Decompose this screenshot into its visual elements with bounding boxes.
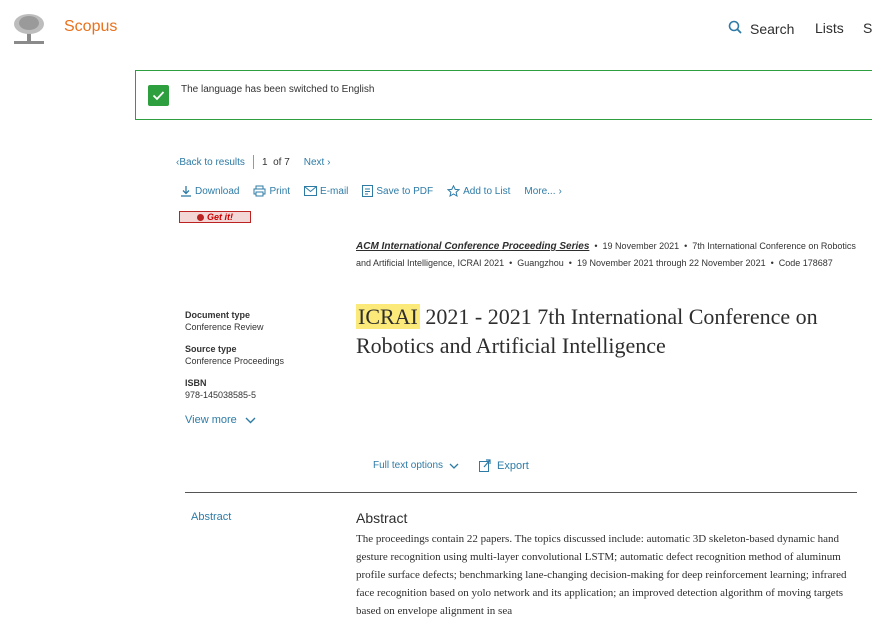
full-text-options-button[interactable]: Full text options <box>373 460 459 471</box>
chevron-down-icon <box>245 417 256 423</box>
search-label: Search <box>750 20 795 37</box>
conference-dates: 19 November 2021 through 22 November 202… <box>576 258 766 268</box>
title-text: 2021 - 2021 7th International Conference… <box>356 304 818 358</box>
more-button[interactable]: More... › <box>524 186 561 197</box>
printer-icon <box>253 185 266 197</box>
source-info: ACM International Conference Proceeding … <box>356 241 856 268</box>
elsevier-logo-icon[interactable] <box>10 12 48 46</box>
add-to-list-button[interactable]: Add to List <box>447 185 510 197</box>
section-divider <box>185 492 857 493</box>
document-type-label: Document type <box>185 310 251 320</box>
document-metadata: Document type Conference Review Source t… <box>185 309 284 411</box>
divider <box>252 155 254 169</box>
document-title: ICRAI 2021 - 2021 7th International Conf… <box>356 302 856 360</box>
brand-name[interactable]: Scopus <box>64 18 117 36</box>
export-button[interactable]: Export <box>479 459 529 472</box>
language-notification: The language has been switched to Englis… <box>135 70 872 120</box>
save-to-pdf-button[interactable]: Save to PDF <box>362 185 433 197</box>
get-it-button[interactable]: Get it! <box>179 211 251 223</box>
result-navigation: ‹Back to results 1 of 7 Next › <box>176 155 330 169</box>
export-icon <box>479 459 491 472</box>
abstract-heading: Abstract <box>356 510 408 526</box>
conference-city: Guangzhou <box>517 258 564 268</box>
next-result-link[interactable]: Next › <box>304 157 331 168</box>
source-type-label: Source type <box>185 344 237 354</box>
result-position: 1 of 7 <box>261 156 290 168</box>
email-button[interactable]: E-mail <box>304 186 348 197</box>
abstract-nav-link[interactable]: Abstract <box>191 511 231 523</box>
pdf-icon <box>362 185 374 197</box>
lists-nav[interactable]: Lists <box>815 20 844 36</box>
getit-logo-icon <box>197 213 204 221</box>
download-button[interactable]: Download <box>180 185 239 197</box>
search-nav[interactable]: Search <box>728 20 794 37</box>
download-icon <box>181 186 191 197</box>
abstract-text: The proceedings contain 22 papers. The t… <box>356 533 847 617</box>
source-type-value: Conference Proceedings <box>185 356 285 366</box>
isbn-value: 978-145038585-5 <box>185 390 257 400</box>
check-icon <box>148 85 169 106</box>
publication-date: 19 November 2021 <box>602 241 680 251</box>
search-icon <box>728 20 742 37</box>
print-button[interactable]: Print <box>253 185 290 197</box>
title-highlight: ICRAI <box>356 304 420 329</box>
notification-message: The language has been switched to Englis… <box>181 84 375 95</box>
chevron-right-icon: › <box>558 185 562 197</box>
document-toolbar: Download Print E-mail Save to PDF Add to… <box>180 185 562 197</box>
sources-nav-truncated[interactable]: S <box>863 20 872 36</box>
isbn-label: ISBN <box>185 378 207 388</box>
document-type-value: Conference Review <box>185 322 264 332</box>
series-link[interactable]: ACM International Conference Proceeding … <box>356 241 589 252</box>
star-icon <box>447 185 461 197</box>
mail-icon <box>304 186 318 196</box>
conference-code: Code 178687 <box>778 258 833 268</box>
chevron-right-icon: › <box>327 156 331 168</box>
view-more-button[interactable]: View more <box>185 414 256 426</box>
chevron-down-icon <box>449 463 459 469</box>
back-to-results-link[interactable]: ‹Back to results <box>176 157 245 168</box>
